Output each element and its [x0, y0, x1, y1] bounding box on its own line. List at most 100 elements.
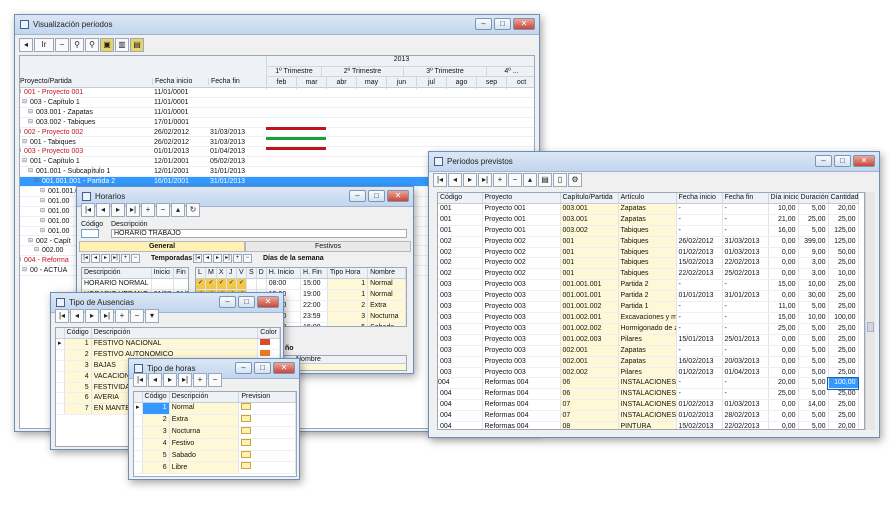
tree-expand-icon[interactable]: ⊟ [34, 177, 39, 187]
day-checkbox[interactable]: ✓ [236, 278, 247, 290]
day-checkbox[interactable] [256, 278, 267, 290]
remove-icon[interactable]: − [243, 254, 252, 263]
gantt-bar-tabiques[interactable] [266, 137, 326, 140]
prev-record-button[interactable]: ◂ [70, 309, 84, 323]
table-row[interactable]: 001 Proyecto 001 003.001 Zapatas - -21,00 25,0… [438, 214, 859, 226]
table-row[interactable]: 001 Proyecto 001 003.002 Tabiques - -16,00 5,0… [438, 225, 859, 237]
prevision-checkbox[interactable] [238, 426, 296, 439]
table-row[interactable]: ✓ ✓ ✓ ✓ ✓ 08:00 15:00 1 Normal [196, 278, 406, 290]
prevision-checkbox[interactable] [238, 414, 296, 427]
close-button[interactable]: ✕ [387, 190, 409, 202]
rows-icon[interactable]: ▤ [130, 38, 144, 52]
collapse-button[interactable]: − [55, 38, 69, 52]
next-record-button[interactable]: ▸ [463, 173, 477, 187]
gantt-bar-proyecto-002[interactable] [266, 127, 326, 130]
prevision-checkbox[interactable] [238, 402, 296, 415]
first-record-button[interactable]: |◂ [133, 373, 147, 387]
tree-expand-icon[interactable]: ⊟ [22, 138, 27, 148]
last-record-button[interactable]: ▸| [126, 203, 140, 217]
tree-expand-icon[interactable]: ⊟ [40, 187, 45, 197]
first-icon[interactable]: |◂ [193, 254, 202, 263]
ausencia-color-swatch[interactable] [257, 338, 280, 350]
gantt-row[interactable]: ⊟001 - Proyecto 001 11/01/0001 [20, 88, 534, 98]
gantt-bar-proyecto-003[interactable] [266, 147, 326, 150]
table-row[interactable]: 004Reformas 00407INSTALACIONES AIF01/02/… [438, 399, 859, 412]
save-record-button[interactable]: ▾ [145, 309, 159, 323]
tree-expand-icon[interactable]: ⊟ [20, 147, 21, 157]
add-record-button[interactable]: + [141, 203, 155, 217]
table-row[interactable]: 003 Proyecto 003 001.001.001 Partida 2 01/01… [438, 290, 859, 303]
day-checkbox[interactable]: ✓ [216, 278, 227, 290]
tree-expand-icon[interactable]: ⊟ [28, 167, 33, 177]
prevision-checkbox[interactable] [238, 438, 296, 451]
col-fecha-inicio[interactable]: Fecha inicio [152, 78, 208, 85]
periodos-titlebar[interactable]: Periodos previstos – □ ✕ [429, 152, 879, 172]
col-fecha-fin[interactable]: Fecha fin [208, 78, 264, 85]
minimize-button[interactable]: – [219, 296, 236, 308]
table-row[interactable]: 001 Proyecto 001 003.001 Zapatas - -10,00 5,00… [438, 203, 859, 215]
delete-record-button[interactable]: − [208, 373, 222, 387]
add-icon[interactable]: + [121, 254, 130, 263]
close-button[interactable]: ✕ [257, 296, 279, 308]
day-checkbox[interactable]: ✓ [196, 278, 207, 290]
tree-expand-icon[interactable]: ⊟ [20, 128, 21, 138]
remove-icon[interactable]: − [131, 254, 140, 263]
last-icon[interactable]: ▸| [223, 254, 232, 263]
close-button[interactable]: ✕ [273, 362, 295, 374]
maximize-button[interactable]: □ [494, 18, 511, 30]
tree-expand-icon[interactable]: ⊟ [28, 118, 33, 128]
first-record-button[interactable]: |◂ [55, 309, 69, 323]
gantt-row[interactable]: ⊟ 003.001 - Zapatas 11/01/0001 [20, 108, 534, 118]
tree-expand-icon[interactable]: ⊟ [20, 256, 21, 266]
table-row[interactable]: 3 Nocturna [134, 426, 296, 439]
up-icon[interactable]: ▴ [171, 203, 185, 217]
zoom-in-icon[interactable]: ⚲ [85, 38, 99, 52]
table-row[interactable]: HORARIO NORMAL [82, 278, 188, 290]
scrollbar-thumb[interactable] [867, 322, 874, 332]
tree-expand-icon[interactable]: ⊟ [34, 246, 39, 256]
tab-general[interactable]: General [79, 241, 245, 252]
tree-expand-icon[interactable]: ⊟ [20, 88, 21, 98]
minimize-button[interactable]: – [349, 190, 366, 202]
table-row[interactable]: 002 Proyecto 002 001 Tabiques 15/02/2013 22/0… [438, 257, 859, 270]
next-icon[interactable]: ▸ [213, 254, 222, 263]
table-row[interactable]: ▸ 1 FESTIVO NACIONAL [56, 338, 280, 350]
first-record-button[interactable]: |◂ [81, 203, 95, 217]
prevision-checkbox[interactable] [238, 461, 296, 475]
next-record-button[interactable]: ▸ [85, 309, 99, 323]
tree-expand-icon[interactable]: ⊟ [40, 227, 45, 237]
delete-record-button[interactable]: − [508, 173, 522, 187]
prevision-checkbox[interactable] [238, 450, 296, 463]
tab-festivos[interactable]: Festivos [245, 241, 411, 252]
table-row[interactable]: 003 Proyecto 003 001.002.003 Pilares 15/01/2… [438, 334, 859, 346]
tree-expand-icon[interactable]: ⊟ [28, 237, 33, 247]
tree-expand-icon[interactable]: ⊟ [40, 207, 45, 217]
table-row[interactable]: ▸ 1 Normal [134, 402, 296, 415]
page-icon[interactable]: ▯ [553, 173, 567, 187]
maximize-button[interactable]: □ [834, 155, 851, 167]
table-row[interactable]: 004Reformas 00407INSTALACIONES AIF01/02/… [438, 410, 859, 423]
tree-expand-icon[interactable]: ⊟ [22, 157, 27, 167]
close-button[interactable]: ✕ [513, 18, 535, 30]
last-record-button[interactable]: ▸| [100, 309, 114, 323]
go-to-button[interactable]: Ir [34, 38, 54, 52]
add-record-button[interactable]: + [193, 373, 207, 387]
day-checkbox[interactable]: ✓ [205, 278, 217, 290]
table-row[interactable]: 5 Sabado [134, 450, 296, 463]
add-icon[interactable]: + [233, 254, 242, 263]
tree-expand-icon[interactable]: ⊟ [40, 217, 45, 227]
day-checkbox[interactable]: ✓ [226, 278, 237, 290]
tree-expand-icon[interactable]: ⊟ [40, 197, 45, 207]
tree-expand-icon[interactable]: ⊟ [22, 98, 27, 108]
add-record-button[interactable]: + [115, 309, 129, 323]
table-row[interactable]: 003 Proyecto 003 002.002 Pilares 01/02/2013 0… [438, 367, 859, 379]
prev-icon[interactable]: ◂ [203, 254, 212, 263]
minimize-button[interactable]: – [815, 155, 832, 167]
table-row[interactable]: 004Reformas 00406INSTALACIONES DE--25,00… [438, 388, 859, 401]
periodos-scrollbar[interactable] [865, 192, 875, 430]
settings-icon[interactable]: ⚙ [568, 173, 582, 187]
maximize-button[interactable]: □ [254, 362, 271, 374]
maximize-button[interactable]: □ [368, 190, 385, 202]
day-checkbox[interactable] [246, 278, 257, 290]
minimize-button[interactable]: – [235, 362, 252, 374]
